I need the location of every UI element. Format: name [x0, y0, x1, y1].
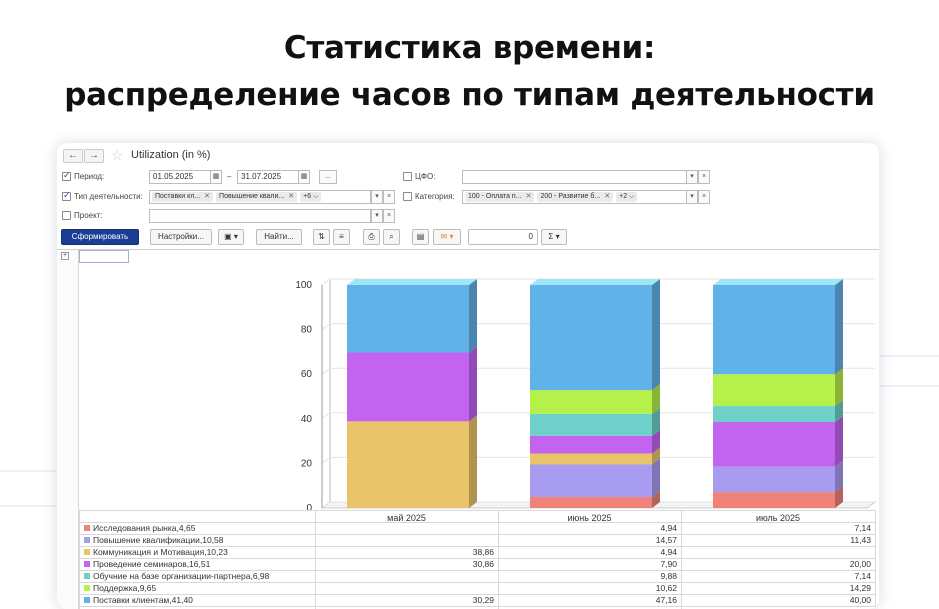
cell-value: 9,88 — [660, 571, 677, 581]
bar-segment-side — [835, 368, 843, 407]
bar-segment — [713, 406, 835, 422]
bar-segment — [530, 435, 652, 454]
legend-swatch — [84, 525, 90, 531]
bar-segment — [713, 285, 835, 375]
bar-segment — [530, 284, 652, 391]
cell-value: 14,57 — [655, 535, 677, 545]
bar-segment — [713, 374, 835, 407]
cell-value: 10,62 — [655, 583, 677, 593]
bar-top-face — [530, 278, 660, 285]
y-tick-label: 40 — [301, 414, 313, 425]
y-tick-label: 20 — [301, 458, 313, 469]
cell-value: 4,94 — [660, 547, 677, 557]
y-tick-label: 60 — [301, 369, 313, 380]
y-tick-label: 0 — [306, 503, 312, 514]
legend-swatch — [84, 537, 90, 543]
bar-top-face — [713, 279, 843, 285]
cell-value: 40,00 — [849, 595, 871, 605]
gridline-side — [321, 278, 331, 286]
background-decor-line — [880, 355, 939, 357]
bar-segment-side — [835, 279, 843, 375]
chart-side-wall — [321, 279, 331, 509]
bar-segment — [347, 352, 469, 422]
bar-segment — [713, 492, 835, 508]
legend-swatch — [84, 549, 90, 555]
legend-swatch — [84, 561, 90, 567]
background-decor-line — [880, 385, 939, 387]
bar-segment — [347, 421, 469, 508]
series-name: Повышение квалификации,10,58 — [93, 535, 224, 545]
column-header: май 2025 — [387, 513, 426, 523]
bar-segment-side — [835, 415, 843, 467]
bar-segment — [530, 390, 652, 414]
y-tick-label: 80 — [301, 325, 313, 336]
legend-swatch — [84, 585, 90, 591]
bar-segment — [530, 496, 652, 508]
bar-segment — [530, 464, 652, 497]
headline-line-2: распределение часов по типам деятельност… — [64, 77, 875, 113]
gridline-side — [321, 412, 331, 420]
cell-value: 20,00 — [849, 559, 871, 569]
bar-segment-side — [469, 346, 477, 422]
cell-value: 38,86 — [472, 547, 494, 557]
bar-segment-side — [652, 278, 660, 391]
legend-swatch — [84, 573, 90, 579]
bar-segment — [530, 453, 652, 465]
cell-value: 47,16 — [655, 595, 677, 605]
bar-segment — [530, 413, 652, 436]
bar-top-face — [347, 278, 477, 285]
cell-value: 30,86 — [472, 559, 494, 569]
gridline-side — [321, 456, 331, 464]
bar-segment-side — [469, 278, 477, 353]
series-name: Коммуникация и Мотивация,10,23 — [93, 547, 228, 557]
series-name: Поставки клиентам,41,40 — [93, 595, 193, 605]
bar-segment — [713, 421, 835, 467]
bar-segment-side — [469, 415, 477, 508]
gridline-side — [321, 323, 331, 331]
headline-line-1: Статистика времени: — [283, 30, 656, 66]
legend-swatch — [84, 597, 90, 603]
table-line — [875, 510, 876, 609]
cell-value: 7,14 — [854, 523, 871, 533]
table-line — [79, 510, 875, 511]
cell-value: 11,43 — [850, 535, 871, 545]
cell-value: 14,29 — [849, 583, 871, 593]
table-line — [498, 510, 499, 609]
table-line — [79, 510, 80, 609]
cell-value: 7,90 — [660, 559, 677, 569]
table-line — [681, 510, 682, 609]
y-tick-label: 100 — [295, 280, 312, 291]
series-name: Поддержка,9,65 — [93, 583, 157, 593]
cell-value: 4,94 — [660, 523, 677, 533]
table-line — [79, 606, 875, 607]
series-name: Проведение семинаров,16,51 — [93, 559, 211, 569]
gridline-side — [321, 367, 331, 375]
table-line — [79, 582, 875, 583]
series-name: Исследования рынка,4,65 — [93, 523, 196, 533]
report-window: ← → ☆ Utilization (in %) Период: 01.05.2… — [57, 143, 879, 609]
table-line — [315, 510, 316, 609]
bar-segment — [347, 284, 469, 353]
series-name: Обучние на базе организации-партнера,6,9… — [93, 571, 270, 581]
bar-segment-side — [652, 458, 660, 497]
cell-value: 30,29 — [472, 595, 494, 605]
cell-value: 7,14 — [854, 571, 871, 581]
bar-segment — [713, 466, 835, 493]
